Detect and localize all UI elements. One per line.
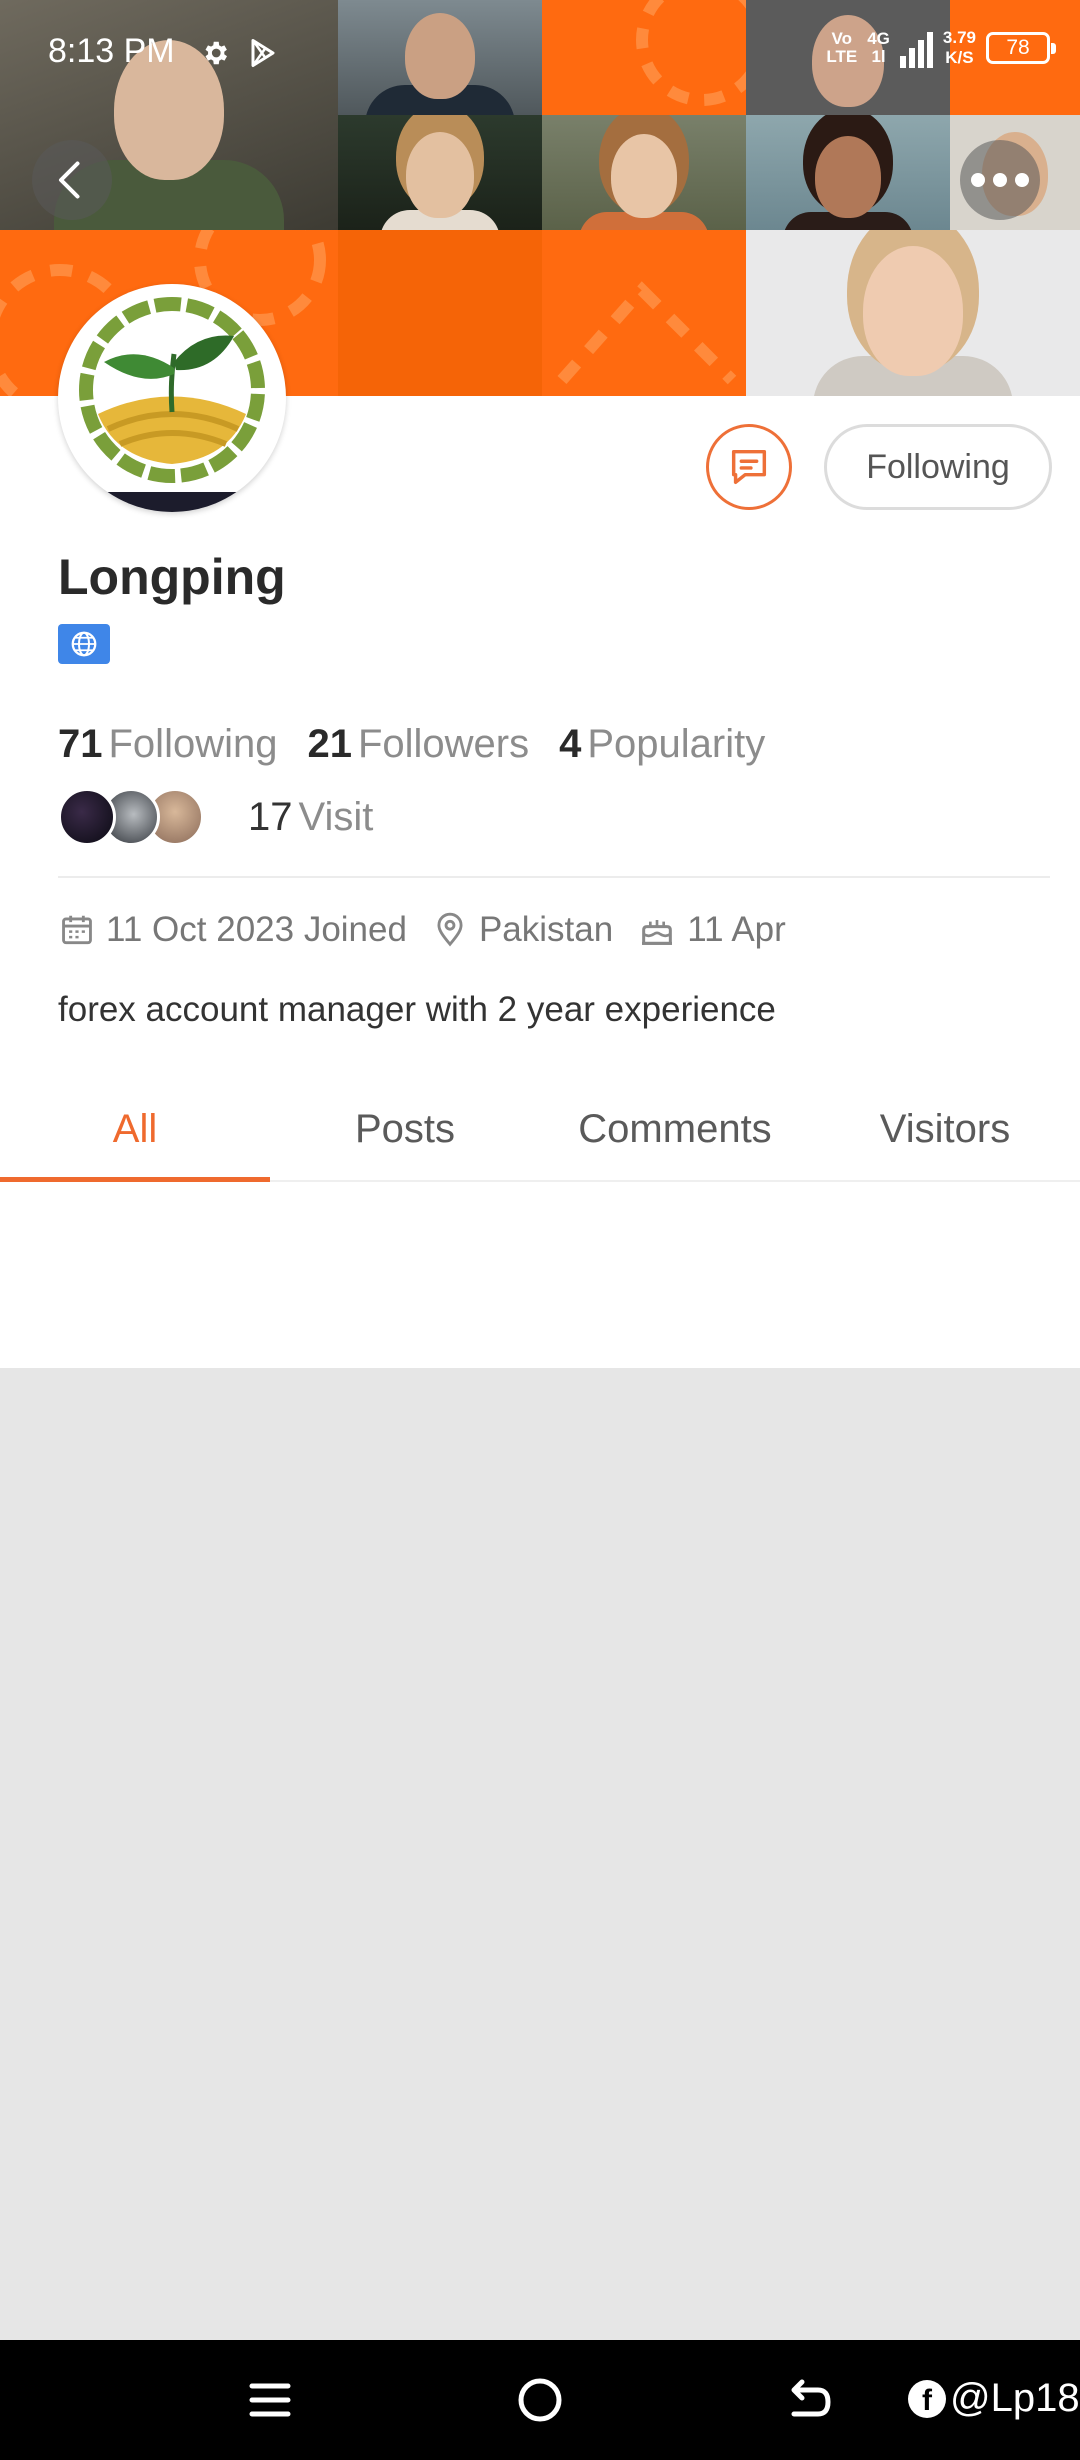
home-icon[interactable] (514, 2370, 566, 2430)
network-speed: 3.79 K/S (942, 28, 976, 67)
profile-bio: forex account manager with 2 year experi… (58, 990, 776, 1029)
banner-photo (542, 115, 746, 230)
sprout-logo-icon (79, 297, 265, 483)
visitor-avatar (58, 788, 116, 846)
birthday: 11 Apr (637, 910, 786, 950)
signal-icon (899, 28, 933, 68)
message-button[interactable] (706, 424, 792, 510)
tab-visitors[interactable]: Visitors (810, 1078, 1080, 1180)
profile-stats: 71 Following 21 Followers 4 Popularity (58, 722, 795, 767)
banner-pattern-tile (338, 230, 542, 396)
status-bar: 8:13 PM Vo LTE 4G 1l 3.79 K/S 78 (0, 0, 1080, 110)
battery-icon: 78 (986, 32, 1056, 64)
tab-comments[interactable]: Comments (540, 1078, 810, 1180)
more-options-button[interactable] (960, 140, 1040, 220)
status-time: 8:13 PM (48, 32, 175, 70)
avatar-rim (58, 492, 286, 512)
stat-followers[interactable]: 21 Followers (307, 722, 529, 767)
location-icon (437, 912, 463, 947)
tab-all[interactable]: All (0, 1078, 270, 1182)
network-type: 4G 1l (867, 29, 890, 66)
region-badge (58, 624, 110, 664)
divider (58, 876, 1050, 878)
profile-tabs: All Posts Comments Visitors (0, 1078, 1080, 1182)
calendar-icon (62, 915, 92, 945)
gear-icon (205, 41, 227, 65)
cake-icon (642, 920, 673, 945)
more-icon (971, 173, 1029, 187)
play-store-icon (251, 39, 275, 67)
stat-popularity[interactable]: 4 Popularity (559, 722, 765, 767)
watermark: f @Lp18 (908, 2376, 1080, 2421)
recent-apps-icon[interactable] (248, 2370, 292, 2430)
back-button[interactable] (32, 140, 112, 220)
system-nav-bar: f @Lp18 (0, 2340, 1080, 2460)
banner-photo (746, 230, 1080, 396)
banner-photo (746, 115, 950, 230)
visit-count: 17 (248, 794, 293, 839)
back-nav-icon[interactable] (784, 2370, 836, 2430)
stat-following[interactable]: 71 Following (58, 722, 277, 767)
avatar[interactable] (58, 284, 286, 512)
battery-level: 78 (1006, 36, 1030, 59)
location: Pakistan (431, 910, 613, 950)
back-icon (58, 161, 80, 199)
joined-date: 11 Oct 2023 Joined (58, 910, 407, 950)
following-button[interactable]: Following (824, 424, 1052, 510)
facebook-icon: f (908, 2379, 946, 2418)
banner-photo (338, 115, 542, 230)
profile-card (0, 396, 1080, 1368)
profile-meta: 11 Oct 2023 Joined Pakistan 11 Apr (58, 910, 810, 950)
globe-icon (71, 631, 97, 657)
visit-label: Visit (298, 794, 374, 839)
tab-posts[interactable]: Posts (270, 1078, 540, 1180)
visitors-row[interactable]: 17 Visit (58, 788, 373, 846)
message-icon (731, 449, 767, 485)
volte-indicator: Vo LTE (826, 29, 858, 66)
banner-pattern-tile (542, 230, 746, 396)
profile-name: Longping (58, 549, 286, 605)
